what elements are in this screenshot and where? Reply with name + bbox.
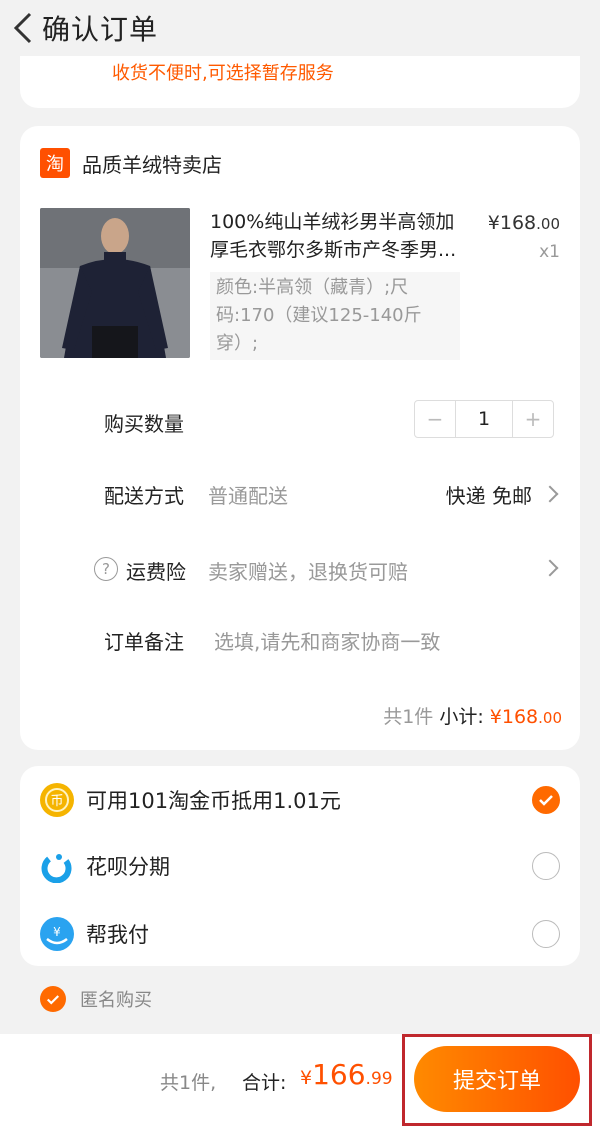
payment-options-card: 币 可用101淘金币抵用1.01元 花呗分期 ¥ 帮我付 <box>20 766 580 966</box>
chevron-right-icon[interactable] <box>541 485 559 503</box>
taojinbi-checkbox[interactable] <box>532 786 560 814</box>
payment-option-help-pay[interactable]: ¥ 帮我付 <box>40 914 149 954</box>
subtotal: 共1件 小计: ¥168.00 <box>383 702 562 729</box>
quantity-stepper: − 1 + <box>414 400 554 438</box>
product-image[interactable] <box>40 208 190 358</box>
anonymous-label: 匿名购买 <box>80 990 152 1011</box>
anonymous-purchase-row[interactable]: 匿名购买 <box>40 986 152 1012</box>
payment-option-taojinbi[interactable]: 币 可用101淘金币抵用1.01元 <box>40 780 341 820</box>
payment-label: 可用101淘金币抵用1.01元 <box>86 789 341 813</box>
help-pay-radio[interactable] <box>532 920 560 948</box>
total-label: 合计: <box>242 1072 287 1094</box>
svg-text:¥: ¥ <box>53 925 61 939</box>
notice-text: 收货不便时,可选择暂存服务 <box>112 63 334 84</box>
purchase-qty-label: 购买数量 <box>104 412 184 436</box>
subtotal-label: 小计: <box>439 706 484 728</box>
taojinbi-coin-icon: 币 <box>40 783 74 817</box>
product-spec: 颜色:半高领（藏青）;尺码:170（建议125-140斤穿）; <box>210 272 460 360</box>
payment-label: 帮我付 <box>86 923 149 947</box>
huabei-icon <box>40 849 74 883</box>
delivery-label: 配送方式 <box>104 484 184 508</box>
submit-order-button[interactable]: 提交订单 <box>414 1046 580 1112</box>
qty-value[interactable]: 1 <box>455 401 513 437</box>
subtotal-count: 共1件 <box>383 706 434 728</box>
header-bar: 确认订单 <box>0 0 600 56</box>
insurance-label: 运费险 <box>126 560 186 584</box>
chevron-right-icon[interactable] <box>541 559 559 577</box>
help-pay-icon: ¥ <box>40 917 74 951</box>
product-title[interactable]: 100%纯山羊绒衫男半高领加厚毛衣鄂尔多斯市产冬季男... <box>210 208 468 264</box>
insurance-value: 卖家赠送，退换货可赔 <box>208 560 408 584</box>
help-question-icon[interactable]: ? <box>94 557 118 581</box>
delivery-value: 普通配送 <box>208 484 288 508</box>
shop-name: 品质羊绒特卖店 <box>82 152 222 177</box>
notice-card: 收货不便时,可选择暂存服务 <box>20 56 580 108</box>
total-count: 共1件, <box>160 1072 217 1094</box>
order-card: 淘 品质羊绒特卖店 100%纯山羊绒衫男半高领加厚毛衣鄂尔多斯市产冬季男... … <box>20 126 580 750</box>
shop-row[interactable]: 淘 品质羊绒特卖店 <box>40 148 222 178</box>
qty-minus-button[interactable]: − <box>415 401 455 437</box>
product-price: ¥168.00 <box>487 212 560 234</box>
qty-plus-button[interactable]: + <box>513 401 553 437</box>
back-icon[interactable] <box>2 3 42 53</box>
subtotal-amount: ¥168.00 <box>489 706 562 728</box>
anonymous-checkbox[interactable] <box>40 986 66 1012</box>
huabei-radio[interactable] <box>532 852 560 880</box>
taobao-shop-icon: 淘 <box>40 148 70 178</box>
total-amount: ¥166.99 <box>300 1058 393 1091</box>
remark-label: 订单备注 <box>104 630 184 654</box>
payment-label: 花呗分期 <box>86 855 170 879</box>
svg-text:币: 币 <box>50 794 63 809</box>
delivery-option[interactable]: 快递 免邮 <box>446 480 532 509</box>
page-title: 确认订单 <box>42 13 159 46</box>
product-quantity: x1 <box>539 242 560 262</box>
remark-input[interactable]: 选填,请先和商家协商一致 <box>214 626 440 655</box>
payment-option-huabei[interactable]: 花呗分期 <box>40 846 170 886</box>
